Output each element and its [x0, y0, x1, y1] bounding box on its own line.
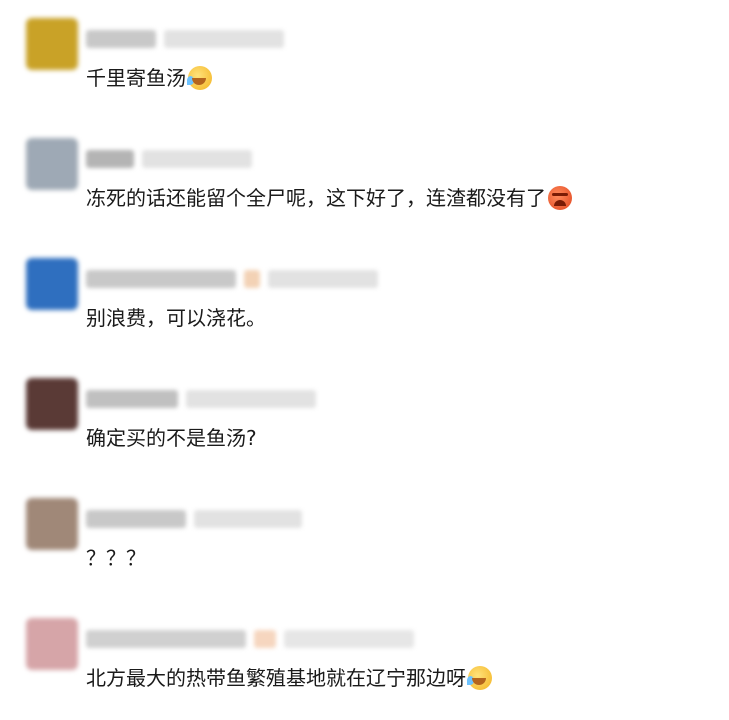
comment-text: 冻死的话还能留个全尸呢，这下好了，连渣都没有了	[86, 184, 572, 212]
avatar[interactable]	[26, 18, 78, 70]
laughing-with-tears-emoji-icon	[467, 666, 492, 690]
comment-text-content: 确定买的不是鱼汤?	[86, 426, 257, 450]
avatar[interactable]	[26, 618, 78, 670]
comment-text-content: 别浪费，可以浇花。	[86, 306, 266, 330]
comment-text: 别浪费，可以浇花。	[86, 304, 266, 332]
comment-text-content: 北方最大的热带鱼繁殖基地就在辽宁那边呀	[86, 666, 466, 690]
avatar[interactable]	[26, 258, 78, 310]
username-blurred[interactable]	[86, 28, 284, 50]
username-blurred[interactable]	[86, 268, 378, 290]
comment-text: ？？？	[86, 544, 146, 572]
comment-text-content: ？？？	[86, 546, 146, 570]
username-blurred[interactable]	[86, 508, 302, 530]
comment-text: 北方最大的热带鱼繁殖基地就在辽宁那边呀	[86, 664, 492, 692]
comment-text: 千里寄鱼汤	[86, 64, 212, 92]
avatar[interactable]	[26, 498, 78, 550]
comment-text-content: 冻死的话还能留个全尸呢，这下好了，连渣都没有了	[86, 186, 546, 210]
username-blurred[interactable]	[86, 388, 316, 410]
avatar[interactable]	[26, 138, 78, 190]
username-blurred[interactable]	[86, 628, 414, 650]
laughing-with-tears-emoji-icon	[187, 66, 212, 90]
comment-text: 确定买的不是鱼汤?	[86, 424, 257, 452]
comment-text-content: 千里寄鱼汤	[86, 66, 186, 90]
angry-emoji-icon	[548, 186, 572, 210]
username-blurred[interactable]	[86, 148, 252, 170]
avatar[interactable]	[26, 378, 78, 430]
